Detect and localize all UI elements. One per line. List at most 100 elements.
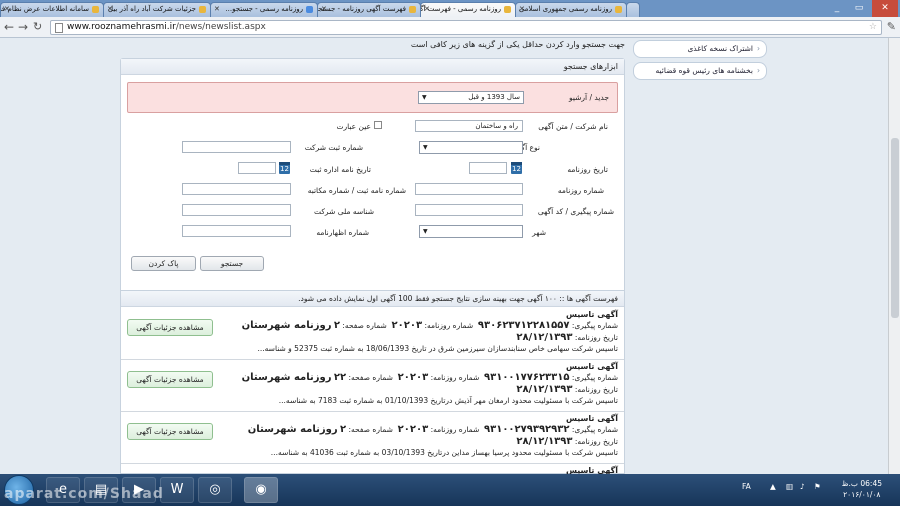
declaration-number-label: شماره اظهارنامه (316, 228, 369, 237)
ad-summary: تاسیس شرکت با مسئولیت محدود پرسیا بهساز … (270, 448, 618, 457)
list-item: آگهی تاسیس شماره پیگیری: ۹۳۰۶۲۳۷۱۲۲۸۱۵۵۷… (121, 308, 624, 360)
ad-title: آگهی تاسیس (565, 362, 618, 371)
view-details-button[interactable]: مشاهده جزئیات آگهی (127, 371, 213, 388)
tab-favicon-icon (306, 5, 313, 13)
tab-close-icon[interactable]: ✕ (214, 5, 220, 13)
dropdown-arrow-icon: ▼ (423, 228, 428, 235)
reg-number-input[interactable] (182, 141, 291, 153)
clear-button[interactable]: پاک کردن (131, 256, 196, 271)
exact-phrase-checkbox[interactable] (374, 121, 382, 129)
tab-close-icon[interactable]: ✕ (424, 5, 430, 13)
minimize-icon[interactable]: _ (826, 0, 848, 17)
tab-favicon-icon (199, 5, 206, 13)
tab-close-icon[interactable]: ✕ (321, 5, 327, 13)
tab-close-icon[interactable]: ✕ (519, 5, 525, 13)
dropdown-arrow-icon: ▼ (423, 144, 428, 151)
tray-arrow-icon[interactable]: ▲ (770, 482, 776, 491)
new-tab-button[interactable] (626, 2, 640, 17)
ad-title: آگهی تاسیس (565, 310, 618, 319)
url-path: /news/newslist.aspx (175, 22, 266, 32)
forward-arrow-icon[interactable]: → (18, 20, 28, 34)
ad-summary: تاسیس شرکت با مسئولیت محدود ارمغان مهر آ… (278, 396, 618, 405)
calendar-icon[interactable]: 12 (279, 162, 290, 174)
maximize-icon[interactable]: ▭ (848, 0, 870, 17)
tracking-code-input[interactable] (415, 204, 523, 216)
ad-meta: شماره پیگیری: ۹۳۱۰۰۲۷۹۳۹۲۹۳۲ شماره روزنا… (247, 424, 618, 435)
url-domain: www.rooznamehrasmi.ir (67, 22, 176, 32)
declaration-number-input[interactable] (182, 225, 291, 237)
bookmark-star-icon[interactable]: ☆ (869, 21, 877, 34)
dropdown-arrow-icon: ▼ (422, 94, 427, 101)
search-panel-title: ابزارهای جستجو (121, 59, 624, 75)
tab-close-icon[interactable]: ✕ (107, 5, 113, 13)
back-arrow-icon[interactable]: ← (4, 20, 14, 34)
url-input[interactable]: www.rooznamehrasmi.ir/news/newslist.aspx… (50, 20, 882, 35)
newspaper-number-input[interactable] (415, 183, 523, 195)
tab-favicon-icon (92, 5, 99, 13)
tab-favicon-icon (615, 5, 622, 13)
search-button[interactable]: جستجو (200, 256, 264, 271)
network-icon[interactable]: ▥ (786, 482, 793, 491)
newspaper-number-label: شماره روزنامه (557, 186, 604, 195)
search-panel: ابزارهای جستجو جدید / آرشیو ▼ سال 1393 و … (120, 58, 625, 322)
tab-favicon-icon (409, 5, 416, 13)
national-id-label: شناسه ملی شرکت (313, 207, 374, 216)
page-scrollbar[interactable] (888, 38, 900, 474)
ad-date: تاریخ روزنامه: ۲۸/۱۲/۱۳۹۳ (516, 384, 618, 395)
exact-phrase-label: عین عبارت (336, 122, 371, 131)
national-id-input[interactable] (182, 204, 291, 216)
language-indicator[interactable]: FA (742, 482, 751, 491)
letter-number-label: شماره نامه ثبت / شماره مکاتبه (307, 186, 406, 195)
browser-tab[interactable]: ✕ جزئیات شرکت آباد راه آذر بیل (103, 2, 211, 17)
calendar-icon[interactable]: 12 (511, 162, 522, 174)
sidebar-link-judiciary-circulars[interactable]: ‹بخشنامه های رئیس قوه قضائیه (633, 62, 767, 80)
volume-icon[interactable]: ♪ (800, 482, 805, 491)
sidebar-link-paper-subscription[interactable]: ‹اشتراک نسخه کاغذی (633, 40, 767, 58)
archive-label: جدید / آرشیو (568, 93, 609, 102)
flag-icon[interactable]: ⚑ (814, 482, 821, 491)
search-hint: جهت جستجو وارد کردن حداقل یکی از گزینه ه… (410, 40, 625, 49)
view-details-button[interactable]: مشاهده جزئیات آگهی (127, 319, 213, 336)
newspaper-date-label: تاریخ روزنامه (567, 165, 608, 174)
page-content: جهت جستجو وارد کردن حداقل یکی از گزینه ه… (0, 38, 900, 475)
word-icon[interactable]: W (160, 477, 194, 503)
reg-office-date-input[interactable] (238, 162, 276, 174)
browser-tab[interactable]: ✕ فهرست آگهی روزنامه - جستجو (317, 2, 421, 17)
company-label: نام شرکت / متن آگهی (538, 122, 608, 131)
media-app-icon[interactable]: ◎ (198, 477, 232, 503)
tracking-code-label: شماره پیگیری / کد آگهی (537, 207, 614, 216)
settings-wrench-icon[interactable]: ✎ (887, 20, 896, 33)
tracking-number: ۹۳۰۶۲۳۷۱۲۲۸۱۵۵۷ (477, 320, 570, 331)
ad-type-select[interactable]: ▼ (419, 141, 523, 154)
list-item: آگهی تاسیس شماره پیگیری: ۹۳۱۰۰۲۷۹۳۹۲۹۳۲ … (121, 412, 624, 464)
chevron-left-icon: ‹ (757, 66, 760, 75)
browser-tab[interactable]: ✕ روزنامه رسمی - جستجو... (210, 2, 318, 17)
chevron-left-icon: ‹ (757, 44, 760, 53)
browser-tab[interactable]: ✕ روزنامه رسمی جمهوری اسلامی (515, 2, 627, 17)
archive-select[interactable]: ▼ سال 1393 و قبل (418, 91, 524, 104)
view-details-button[interactable]: مشاهده جزئیات آگهی (127, 423, 213, 440)
letter-number-input[interactable] (182, 183, 291, 195)
tab-favicon-icon (504, 5, 511, 13)
browser-tab-strip: ✕ سامانه اطلاعات عرض نظام فنی ✕ جزئیات شرک… (0, 0, 900, 17)
archive-box: جدید / آرشیو ▼ سال 1393 و قبل (127, 82, 618, 113)
close-window-icon[interactable]: ✕ (872, 0, 898, 17)
company-input[interactable]: راه و ساختمان (415, 120, 523, 132)
ad-date: تاریخ روزنامه: ۲۸/۱۲/۱۳۹۳ (516, 436, 618, 447)
browser-tab[interactable]: ✕ سامانه اطلاعات عرض نظام فنی (0, 2, 104, 17)
system-clock[interactable]: 06:45 ب.ظ ۲۰۱۶/۰۱/۰۸ (842, 478, 882, 500)
newspaper-date-input[interactable] (469, 162, 507, 174)
tab-close-icon[interactable]: ✕ (4, 5, 10, 13)
scrollbar-thumb[interactable] (891, 138, 899, 318)
results-header: فهرست آگهی ها :: ۱۰۰ آگهی جهت بهینه سازی… (121, 291, 624, 307)
list-item: آگهی تاسیس شماره پیگیری: ۹۳۱۰۰۱۷۷۶۲۳۳۱۵ … (121, 360, 624, 412)
chrome-icon[interactable]: ◉ (244, 477, 278, 503)
reload-icon[interactable]: ↻ (33, 20, 42, 34)
browser-tab-active[interactable]: ✕روزنامه رسمی - فهرست آگهی ها (420, 2, 516, 17)
page-icon (55, 23, 63, 33)
city-select[interactable]: ▼ (419, 225, 523, 238)
reg-number-label: شماره ثبت شرکت (304, 143, 363, 152)
video-watermark: aparat.com/Shaad (4, 486, 164, 502)
tracking-number: ۹۳۱۰۰۲۷۹۳۹۲۹۳۲ (484, 424, 570, 435)
ad-meta: شماره پیگیری: ۹۳۱۰۰۱۷۷۶۲۳۳۱۵ شماره روزنا… (241, 372, 618, 383)
